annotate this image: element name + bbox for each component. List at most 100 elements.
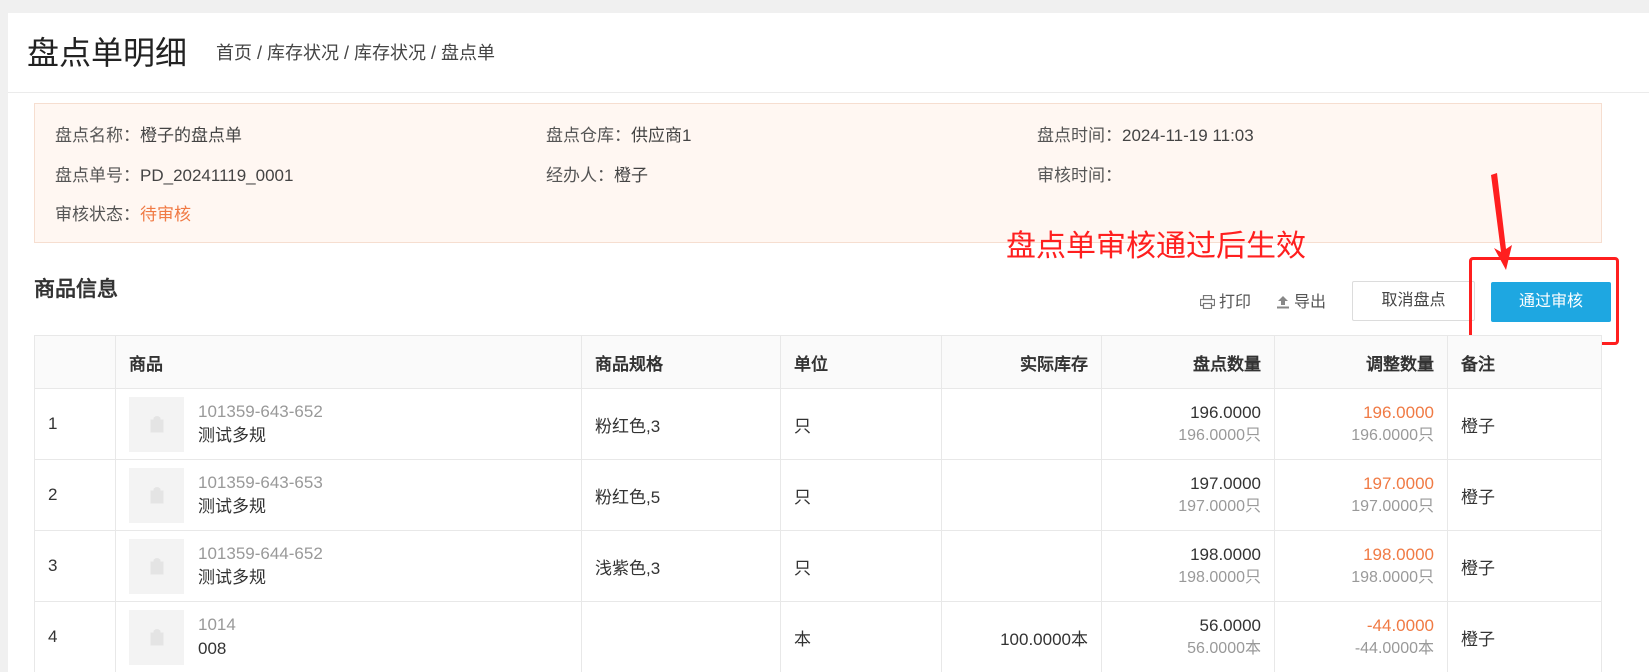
info-warehouse: 盘点仓库：供应商1 xyxy=(546,125,691,147)
info-name-label: 盘点名称： xyxy=(55,126,140,145)
count-cell: 197.0000 197.0000只 xyxy=(1101,459,1275,531)
spec-cell xyxy=(581,601,781,672)
cancel-inventory-button[interactable]: 取消盘点 xyxy=(1352,281,1475,321)
stock-cell xyxy=(941,530,1102,602)
count-main: 196.0000 xyxy=(1190,403,1261,422)
count-main: 198.0000 xyxy=(1190,545,1261,564)
product-name: 测试多规 xyxy=(198,497,266,516)
section-title: 商品信息 xyxy=(34,278,118,301)
count-cell: 198.0000 198.0000只 xyxy=(1101,530,1275,602)
count-main: 56.0000 xyxy=(1199,616,1261,635)
product-cell: 101359-643-652 测试多规 xyxy=(115,388,582,460)
bag-icon xyxy=(150,487,163,504)
row-index: 1 xyxy=(34,388,116,460)
table-header-row: 商品 商品规格 单位 实际库存 盘点数量 调整数量 备注 xyxy=(34,335,1602,389)
info-time-value: 2024-11-19 11:03 xyxy=(1122,126,1254,145)
adjust-sub: 198.0000只 xyxy=(1351,569,1434,586)
spec-cell: 粉红色,3 xyxy=(581,388,781,460)
count-cell: 56.0000 56.0000本 xyxy=(1101,601,1275,672)
adjust-cell: 197.0000 197.0000只 xyxy=(1274,459,1448,531)
table-row: 1 101359-643-652 测试多规 粉红色,3 只 196.0000 1… xyxy=(34,388,1602,460)
product-code: 101359-643-653 xyxy=(198,473,323,492)
product-code: 101359-644-652 xyxy=(198,544,323,563)
spec-cell: 粉红色,5 xyxy=(581,459,781,531)
status-badge: 待审核 xyxy=(140,205,191,224)
product-cell: 1014 008 xyxy=(115,601,582,672)
printer-icon xyxy=(1199,294,1216,310)
info-number-value: PD_20241119_0001 xyxy=(140,166,294,185)
adjust-cell: -44.0000 -44.0000本 xyxy=(1274,601,1448,672)
product-cell: 101359-644-652 测试多规 xyxy=(115,530,582,602)
product-thumbnail xyxy=(129,396,184,452)
product-cell: 101359-643-653 测试多规 xyxy=(115,459,582,531)
adjust-main: 196.0000 xyxy=(1363,403,1434,422)
product-thumbnail xyxy=(129,538,184,594)
col-product: 商品 xyxy=(115,335,582,389)
print-button[interactable]: 打印 xyxy=(1199,292,1251,314)
info-status: 审核状态：待审核 xyxy=(55,204,191,226)
count-cell: 196.0000 196.0000只 xyxy=(1101,388,1275,460)
info-handler: 经办人：橙子 xyxy=(546,165,648,187)
adjust-sub: 197.0000只 xyxy=(1351,498,1434,515)
info-name-value: 橙子的盘点单 xyxy=(140,126,242,145)
unit-cell: 只 xyxy=(780,388,942,460)
stock-cell xyxy=(941,459,1102,531)
bag-icon xyxy=(150,416,163,433)
approve-button[interactable]: 通过审核 xyxy=(1491,282,1611,322)
export-label: 导出 xyxy=(1294,294,1327,311)
count-main: 197.0000 xyxy=(1190,474,1261,493)
info-number: 盘点单号：PD_20241119_0001 xyxy=(55,165,293,187)
table-row: 2 101359-643-653 测试多规 粉红色,5 只 197.0000 1… xyxy=(34,459,1602,531)
product-code: 1014 xyxy=(198,615,236,634)
info-handler-label: 经办人： xyxy=(546,166,614,185)
page-header: 盘点单明细 首页 / 库存状况 / 库存状况 / 盘点单 xyxy=(8,13,1649,93)
col-index xyxy=(34,335,116,389)
product-code: 101359-643-652 xyxy=(198,402,323,421)
row-index: 4 xyxy=(34,601,116,672)
goods-table: 商品 商品规格 单位 实际库存 盘点数量 调整数量 备注 1 101359-64… xyxy=(34,335,1602,672)
export-button[interactable]: 导出 xyxy=(1276,292,1326,314)
note-cell: 橙子 xyxy=(1447,388,1602,460)
adjust-main: 198.0000 xyxy=(1363,545,1434,564)
col-spec: 商品规格 xyxy=(581,335,781,389)
info-audit-time-label: 审核时间： xyxy=(1037,166,1122,185)
upload-icon xyxy=(1277,296,1289,309)
col-count-qty: 盘点数量 xyxy=(1101,335,1275,389)
page-title: 盘点单明细 xyxy=(27,35,188,71)
col-note: 备注 xyxy=(1447,335,1602,389)
note-cell: 橙子 xyxy=(1447,530,1602,602)
count-sub: 197.0000只 xyxy=(1178,498,1261,515)
info-warehouse-value: 供应商1 xyxy=(631,126,692,145)
info-status-label: 审核状态： xyxy=(55,205,140,224)
spec-cell: 浅紫色,3 xyxy=(581,530,781,602)
info-name: 盘点名称：橙子的盘点单 xyxy=(55,125,242,147)
adjust-cell: 196.0000 196.0000只 xyxy=(1274,388,1448,460)
info-audit-time: 审核时间： xyxy=(1037,165,1122,187)
annotation-text: 盘点单审核通过后生效 xyxy=(1006,230,1306,263)
unit-cell: 只 xyxy=(780,530,942,602)
info-number-label: 盘点单号： xyxy=(55,166,140,185)
info-handler-value: 橙子 xyxy=(614,166,648,185)
unit-cell: 本 xyxy=(780,601,942,672)
product-name: 测试多规 xyxy=(198,568,266,587)
count-sub: 196.0000只 xyxy=(1178,427,1261,444)
breadcrumb: 首页 / 库存状况 / 库存状况 / 盘点单 xyxy=(216,43,496,63)
inventory-info-panel: 盘点名称：橙子的盘点单 盘点仓库：供应商1 盘点时间：2024-11-19 11… xyxy=(34,103,1602,243)
row-index: 2 xyxy=(34,459,116,531)
adjust-main: -44.0000 xyxy=(1366,616,1434,635)
adjust-cell: 198.0000 198.0000只 xyxy=(1274,530,1448,602)
table-row: 4 1014 008 本 100.0000本 56.0000 56.0000本 xyxy=(34,601,1602,672)
adjust-sub: -44.0000本 xyxy=(1354,640,1434,657)
product-name: 008 xyxy=(198,639,227,658)
bag-icon xyxy=(150,629,163,646)
col-adjust-qty: 调整数量 xyxy=(1274,335,1448,389)
unit-cell: 只 xyxy=(780,459,942,531)
info-warehouse-label: 盘点仓库： xyxy=(546,126,631,145)
col-actual-stock: 实际库存 xyxy=(941,335,1102,389)
row-index: 3 xyxy=(34,530,116,602)
count-sub: 198.0000只 xyxy=(1178,569,1261,586)
count-sub: 56.0000本 xyxy=(1187,640,1261,657)
stock-cell: 100.0000本 xyxy=(941,601,1102,672)
table-row: 3 101359-644-652 测试多规 浅紫色,3 只 198.0000 1… xyxy=(34,530,1602,602)
product-thumbnail xyxy=(129,609,184,665)
